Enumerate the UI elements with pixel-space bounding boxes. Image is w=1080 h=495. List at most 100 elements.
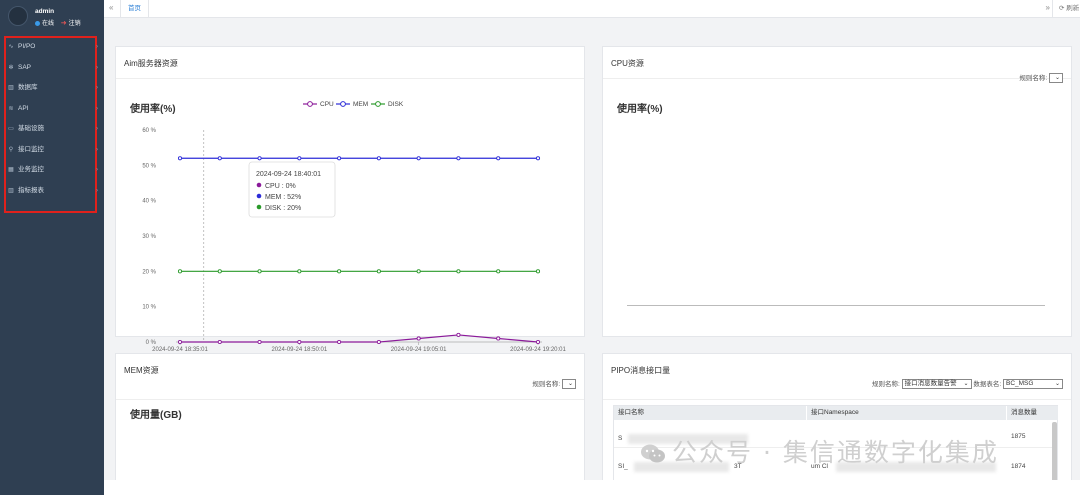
tooltip-dot (256, 204, 262, 210)
data-point-mem (177, 156, 183, 161)
chevron-down-icon: ⌄ (1054, 75, 1060, 82)
rule-select[interactable]: 接口消息数量告警 ⌄ (901, 379, 972, 390)
chevron-right-icon: › (96, 85, 98, 91)
sidebar-item[interactable]: ⚲ 接口监控 › (6, 143, 98, 157)
chart-title: 使用率(%) (617, 104, 663, 115)
tooltip-time: 2024-09-24 18:40:01 (256, 171, 321, 178)
data-point-disk (416, 269, 421, 274)
refresh-icon: ⟳ (1059, 5, 1065, 12)
column-header[interactable]: 接口Namespace (807, 406, 1007, 420)
data-point-disk (535, 269, 541, 274)
data-point-cpu (297, 339, 302, 345)
chevron-down-icon: ⌄ (567, 381, 573, 388)
wechat-icon (641, 444, 665, 463)
tab-scroll-left-icon[interactable]: « (109, 3, 113, 12)
refresh-label: 刷新 (1066, 5, 1080, 12)
chevron-right-icon: › (96, 146, 98, 153)
avatar (8, 6, 28, 26)
rule-label: 规则名称: (1019, 75, 1048, 82)
data-point-cpu (257, 339, 262, 345)
data-point-mem (535, 156, 541, 161)
sidebar-item[interactable]: ✻ SAP › (6, 61, 98, 75)
data-point-mem (496, 156, 501, 161)
column-header[interactable]: 消息数量 (1007, 406, 1059, 420)
data-point-disk (337, 269, 342, 274)
user-status: 在线 ➜ 注销 (35, 18, 81, 27)
sidebar-item-label: SAP (18, 63, 32, 71)
table-select-value: BC_MSG (1006, 380, 1034, 388)
cpu-chart-baseline (627, 305, 1045, 306)
data-point-cpu (416, 336, 421, 341)
series-line-cpu (180, 334, 539, 343)
chevron-right-icon: › (96, 44, 98, 50)
y-tick-label: 20 % (142, 269, 156, 275)
sidebar-item[interactable]: ≋ API › (6, 102, 98, 116)
chevron-right-icon: › (96, 187, 98, 194)
data-point-cpu (376, 339, 381, 345)
legend-label: CPU (320, 101, 334, 108)
sidebar-item[interactable]: ▭ 基础设施 › (6, 122, 98, 136)
panel-title: MEM资源 (124, 366, 159, 375)
tooltip-line: DISK : 20% (265, 205, 301, 212)
sidebar-item-label: 业务监控 (18, 166, 44, 173)
gear-icon: ✻ (8, 64, 14, 71)
data-point-mem (416, 156, 421, 161)
sidebar-item[interactable]: ∿ PI/PO › (6, 40, 98, 54)
sidebar-item-label: PI/PO (18, 43, 36, 50)
chevron-right-icon: › (96, 167, 98, 173)
sidebar-item[interactable]: ▥ 指标报表 › (6, 184, 98, 198)
data-point-disk (177, 269, 183, 274)
column-header[interactable]: 接口名称 (614, 406, 807, 420)
mem-rule-filter: 规则名称: ⌄ (532, 378, 576, 390)
cell-count: 1875 (1011, 433, 1026, 440)
legend-label: DISK (388, 101, 404, 108)
data-point-mem (257, 156, 262, 161)
watermark-text: 公众号 · 集信通数字化集成 (672, 438, 999, 467)
chevron-down-icon: ⌄ (963, 381, 969, 388)
refresh-button[interactable]: ⟳ 刷新 (1052, 0, 1080, 18)
tooltip-line: CPU : 0% (265, 183, 296, 190)
logout-icon[interactable]: ➜ (61, 20, 67, 27)
logout-link[interactable]: 注销 (69, 21, 81, 27)
y-tick-label: 40 % (142, 199, 156, 205)
sidebar-item-label: 基础设施 (18, 125, 44, 132)
sidebar: admin 在线 ➜ 注销 ∿ PI/PO › ✻ SAP › ▥ 数据库 › ≋ API › ▭ 基础设施… (0, 0, 104, 495)
data-point-cpu (217, 339, 222, 345)
sidebar-item[interactable]: ▦ 业务监控 › (6, 163, 98, 177)
chevron-right-icon: › (96, 64, 98, 71)
sidebar-item[interactable]: ▥ 数据库 › (6, 81, 98, 95)
data-point-mem (297, 156, 302, 161)
data-point-disk (376, 269, 381, 274)
tab-scroll-right-icon[interactable]: » (1046, 3, 1050, 12)
pipo-filters: 规则名称: 接口消息数量告警 ⌄ 数据表名: BC_MSG ⌄ (871, 378, 1063, 390)
tab-home[interactable]: 首页 (120, 0, 149, 18)
tooltip-line: MEM : 52% (265, 194, 301, 201)
y-tick-label: 10 % (142, 305, 156, 311)
data-point-disk (257, 269, 262, 274)
sidebar-item-label: 数据库 (18, 84, 38, 91)
rule-select[interactable]: ⌄ (1049, 73, 1063, 84)
tooltip-dot (256, 182, 262, 188)
table-scrollbar[interactable] (1052, 422, 1057, 482)
grid-icon: ▦ (8, 167, 14, 173)
online-dot-icon (35, 20, 40, 26)
bottom-bar (104, 480, 1080, 495)
rule-label: 规则名称: (532, 381, 561, 388)
data-point-cpu (496, 336, 501, 341)
chevron-down-icon: ⌄ (1054, 381, 1060, 388)
data-point-cpu (456, 332, 461, 337)
legend-label: MEM (353, 101, 368, 108)
rule-label: 规则名称: (871, 381, 900, 388)
y-tick-label: 60 % (142, 128, 156, 134)
rule-select[interactable]: ⌄ (562, 379, 576, 390)
tab-bar: « 首页 » ⟳ 刷新 (104, 0, 1080, 18)
online-status: 在线 (42, 21, 55, 27)
y-tick-label: 0 % (146, 340, 157, 346)
user-name: admin (35, 8, 55, 15)
data-point-cpu (177, 339, 183, 345)
cell-count: 1874 (1011, 463, 1026, 470)
table-select[interactable]: BC_MSG ⌄ (1003, 379, 1063, 390)
data-point-cpu (535, 339, 541, 345)
bar-chart-icon: ▥ (8, 85, 14, 91)
aim-usage-chart: 0 % 10 % 20 % 30 % 40 % 50 % 60 % 2024-09-24 18… (142, 101, 566, 353)
